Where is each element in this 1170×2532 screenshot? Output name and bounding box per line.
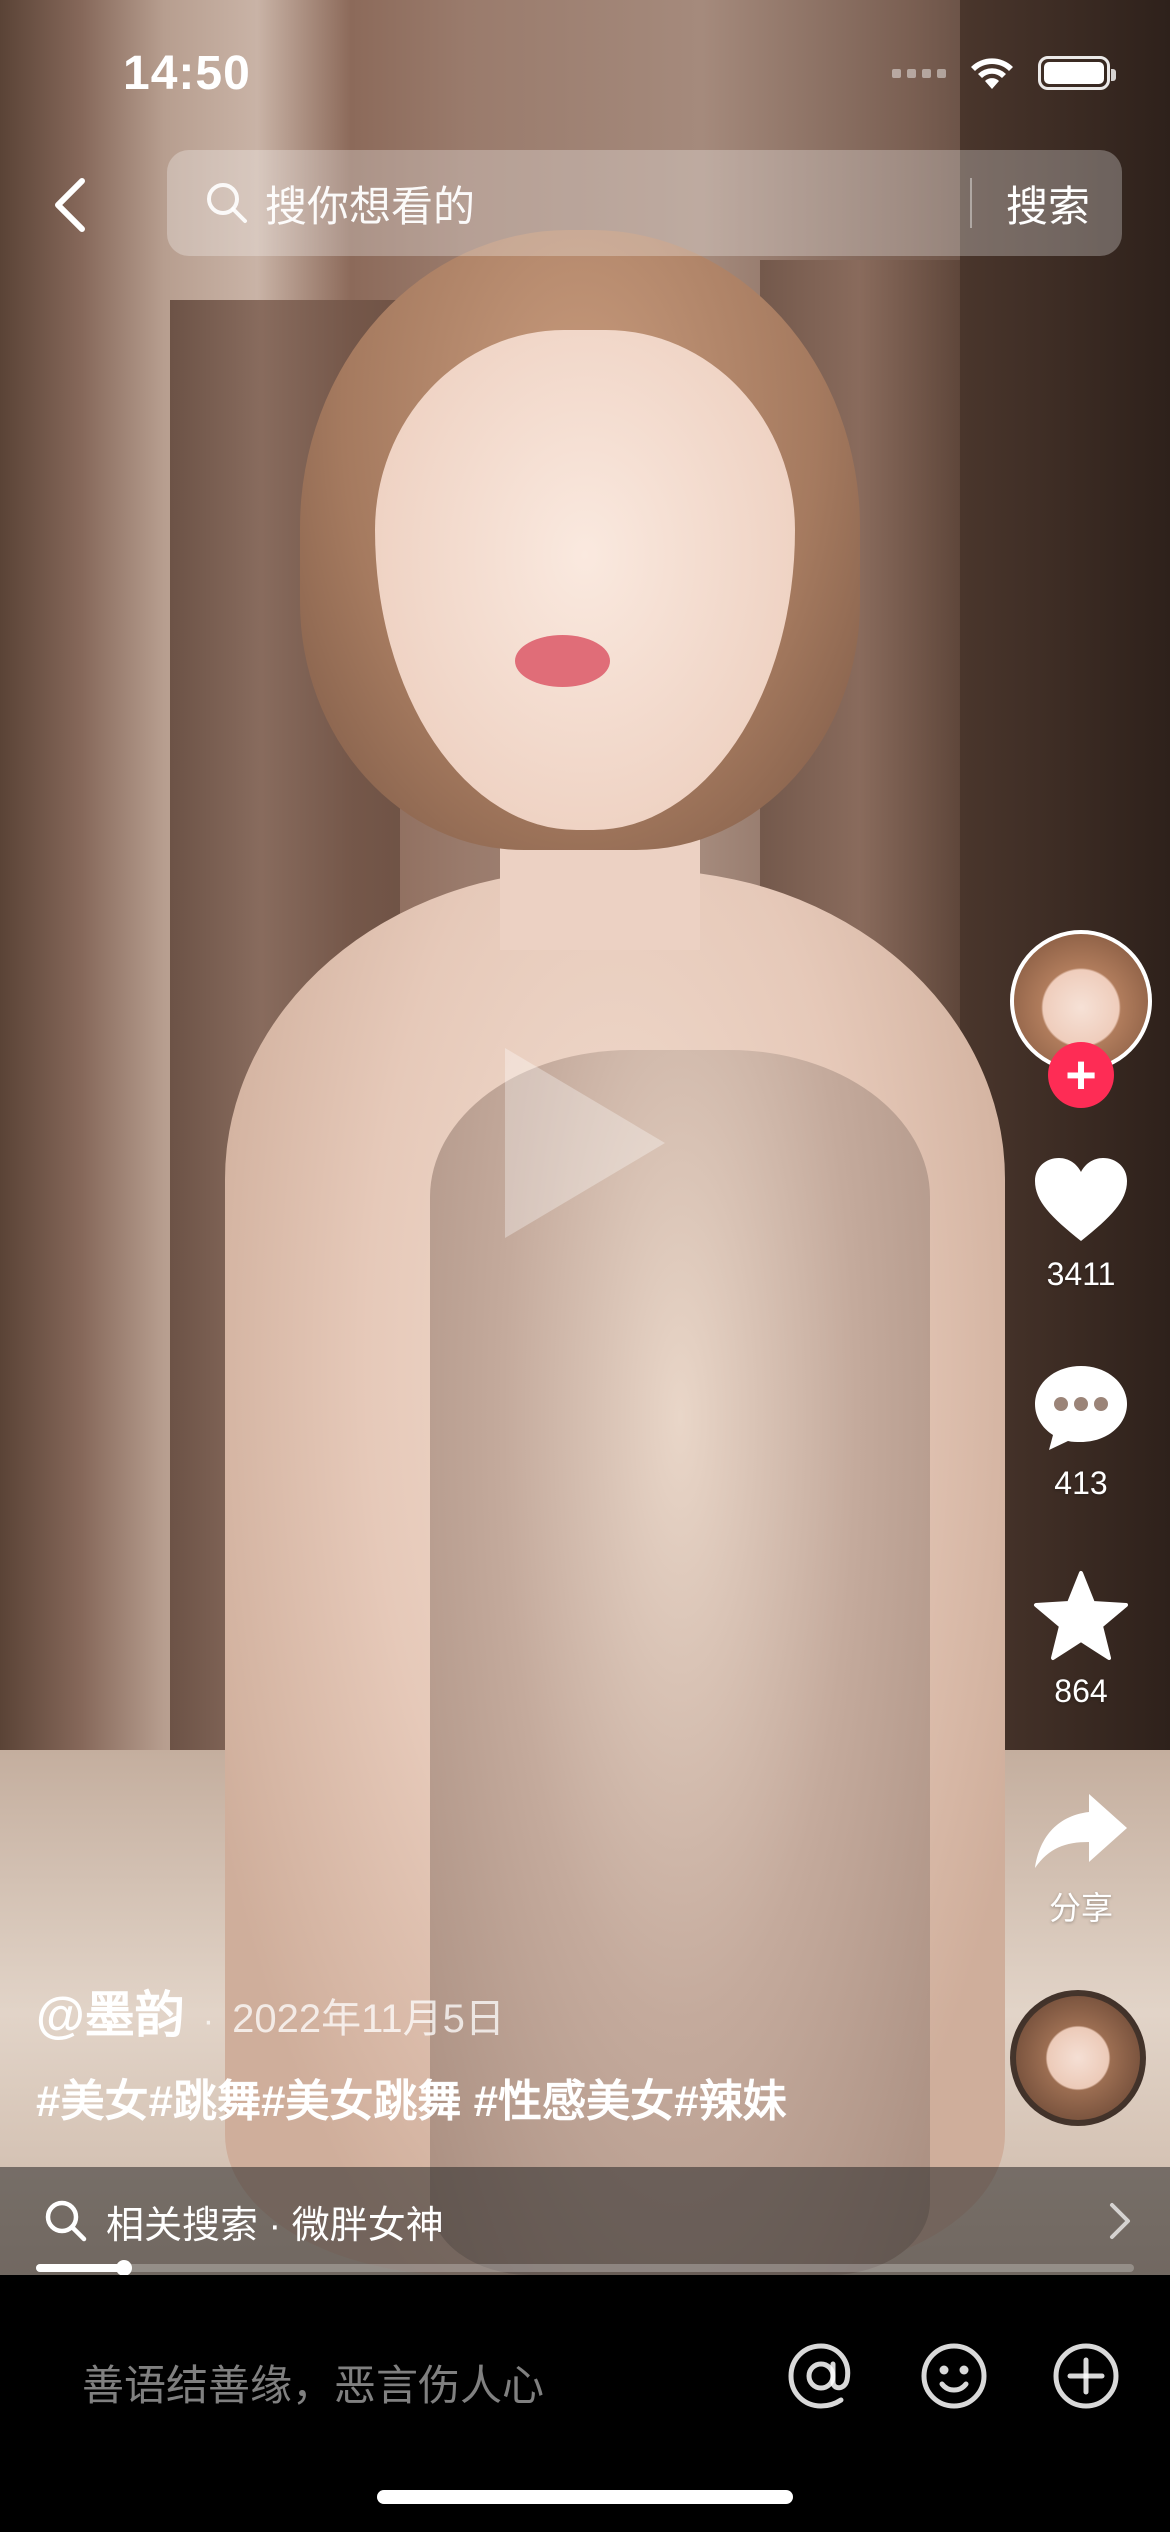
- wifi-icon: [968, 55, 1016, 91]
- post-date: 2022年11月5日: [232, 1997, 505, 2041]
- search-button[interactable]: 搜索: [1006, 173, 1090, 234]
- status-time: 14:50: [123, 47, 251, 100]
- chevron-right-icon: [1110, 2203, 1130, 2239]
- search-icon: [45, 2200, 87, 2242]
- add-icon[interactable]: [1050, 2340, 1122, 2412]
- home-indicator[interactable]: [377, 2490, 793, 2504]
- battery-icon: [1038, 56, 1116, 90]
- heart-icon: [1035, 1158, 1127, 1241]
- separator-dot: ·: [202, 2002, 215, 2040]
- video-subject-lips: [515, 635, 610, 687]
- music-disc[interactable]: [1010, 1990, 1146, 2126]
- search-icon: [207, 183, 247, 223]
- author-name[interactable]: @墨韵: [36, 1975, 185, 2047]
- related-search-bar[interactable]: 相关搜索 · 微胖女神: [0, 2167, 1170, 2275]
- favorite-count: 864: [1054, 1673, 1108, 1709]
- plus-icon: +: [1065, 1045, 1097, 1105]
- play-icon[interactable]: [505, 1048, 665, 1238]
- back-button[interactable]: [44, 175, 96, 235]
- search-input[interactable]: 搜你想看的: [265, 173, 970, 234]
- star-icon: [1034, 1571, 1128, 1660]
- progress-track[interactable]: [36, 2260, 1134, 2276]
- comment-input[interactable]: 善语结善缘，恶言伤人心: [82, 2352, 544, 2413]
- signal-icon: [892, 68, 946, 78]
- share-label: 分享: [1048, 1890, 1113, 1926]
- comment-icon: [1035, 1366, 1127, 1450]
- like-count: 3411: [1046, 1256, 1116, 1292]
- emoji-icon[interactable]: [918, 2340, 990, 2412]
- follow-button[interactable]: +: [1048, 1042, 1114, 1108]
- progress-bar[interactable]: [36, 2260, 132, 2276]
- favorite-button[interactable]: 864: [1010, 1570, 1152, 1710]
- comment-button[interactable]: 413: [1010, 1362, 1152, 1502]
- back-icon: [55, 178, 85, 232]
- share-icon: [1035, 1794, 1127, 1868]
- search-bar[interactable]: 搜你想看的 搜索: [167, 150, 1122, 256]
- search-divider: [969, 178, 972, 228]
- author-line: @墨韵 · 2022年11月5日: [36, 1975, 505, 2047]
- hashtags[interactable]: #美女#跳舞#美女跳舞 #性感美女#辣妹: [36, 2065, 787, 2129]
- related-search-label: 相关搜索 · 微胖女神: [106, 2204, 444, 2247]
- share-button[interactable]: 分享: [1010, 1790, 1152, 1929]
- at-icon[interactable]: [785, 2340, 857, 2412]
- like-button[interactable]: 3411: [1010, 1155, 1152, 1293]
- comment-count: 413: [1054, 1465, 1108, 1501]
- status-icons: [892, 55, 1116, 91]
